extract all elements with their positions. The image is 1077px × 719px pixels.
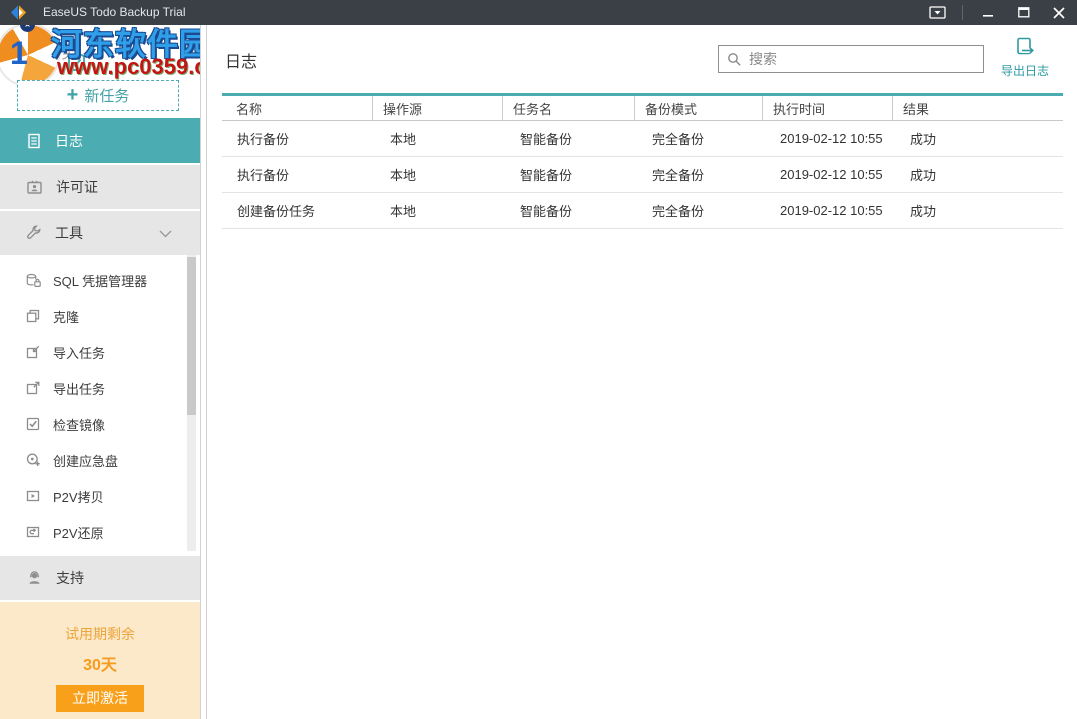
table-header: 名称 操作源 任务名 备份模式 执行时间 结果 (222, 96, 1063, 121)
sidebar-item-label: 支持 (56, 568, 84, 588)
sidebar-item-label: 导出任务 (53, 379, 105, 398)
titlebar-separator (962, 5, 963, 20)
sidebar-item-clone[interactable]: 克隆 (0, 298, 186, 334)
sidebar-item-create-emergency-disk[interactable]: 创建应急盘 (0, 442, 186, 478)
cell-mode: 完全备份 (635, 157, 763, 192)
database-lock-icon (25, 273, 41, 288)
plus-icon: + (67, 85, 79, 105)
cell-task: 智能备份 (503, 193, 635, 228)
table-row[interactable]: 执行备份 本地 智能备份 完全备份 2019-02-12 10:55 成功 (222, 121, 1063, 157)
sidebar-item-label: 许可证 (56, 177, 98, 197)
cell-time: 2019-02-12 10:55 (763, 193, 893, 228)
search-icon (727, 52, 742, 67)
watermark-site-url: www.pc0359.cn (57, 54, 200, 80)
app-window: EaseUS Todo Backup Trial 任务 (0, 0, 1077, 719)
scrollbar-thumb[interactable] (187, 257, 196, 415)
trial-info-box: 试用期剩余 30天 立即激活 (0, 602, 200, 719)
cell-task: 智能备份 (503, 157, 635, 192)
sidebar-item-export-task[interactable]: 导出任务 (0, 370, 186, 406)
new-task-label: 新任务 (84, 85, 129, 106)
maximize-button[interactable] (1011, 0, 1037, 25)
page-title: 日志 (225, 48, 257, 72)
cell-name: 创建备份任务 (222, 193, 373, 228)
export-log-label: 导出日志 (1001, 62, 1049, 79)
column-header-mode[interactable]: 备份模式 (635, 96, 763, 120)
cell-time: 2019-02-12 10:55 (763, 121, 893, 156)
cell-name: 执行备份 (222, 121, 373, 156)
cell-result: 成功 (893, 193, 1063, 228)
sidebar-item-label: 克隆 (53, 307, 79, 326)
cell-mode: 完全备份 (635, 193, 763, 228)
sidebar-item-tools[interactable]: 工具 (0, 211, 200, 255)
sidebar-item-label: 日志 (55, 131, 83, 151)
app-logo-icon (9, 3, 28, 22)
cell-task: 智能备份 (503, 121, 635, 156)
disc-plus-icon (25, 452, 41, 468)
sidebar-item-label: 检查镜像 (53, 415, 105, 434)
box-arrow-in-icon (25, 344, 41, 360)
log-table: 名称 操作源 任务名 备份模式 执行时间 结果 执行备份 本地 智能备份 完全备… (222, 93, 1063, 229)
sidebar-item-import-task[interactable]: 导入任务 (0, 334, 186, 370)
search-input[interactable] (749, 47, 983, 71)
chevron-down-icon[interactable] (159, 230, 172, 238)
tools-submenu: SQL 凭据管理器 克隆 导入任务 (0, 262, 186, 550)
cell-source: 本地 (373, 121, 503, 156)
cell-source: 本地 (373, 157, 503, 192)
document-lines-icon (26, 133, 42, 149)
trial-remaining-label: 试用期剩余 (0, 624, 200, 644)
sidebar-item-label: 创建应急盘 (53, 451, 118, 470)
tray-icon[interactable] (924, 0, 950, 25)
new-task-button[interactable]: + 新任务 (17, 80, 179, 111)
sidebar-item-p2v-restore[interactable]: P2V还原 (0, 514, 186, 550)
minimize-button[interactable] (975, 0, 1001, 25)
cell-name: 执行备份 (222, 157, 373, 192)
activate-now-button[interactable]: 立即激活 (56, 685, 144, 712)
close-button[interactable] (1046, 0, 1072, 25)
id-badge-icon (26, 179, 43, 195)
watermark-logo-digit: 1 (10, 35, 28, 72)
sidebar-item-support[interactable]: 支持 (0, 556, 200, 600)
table-row[interactable]: 执行备份 本地 智能备份 完全备份 2019-02-12 10:55 成功 (222, 157, 1063, 193)
sidebar-scrollbar[interactable] (187, 255, 196, 551)
screen-play-icon (25, 488, 41, 504)
cell-time: 2019-02-12 10:55 (763, 157, 893, 192)
sidebar-item-label: P2V拷贝 (53, 487, 104, 506)
table-row[interactable]: 创建备份任务 本地 智能备份 完全备份 2019-02-12 10:55 成功 (222, 193, 1063, 229)
column-header-result[interactable]: 结果 (893, 96, 1063, 120)
main-content: 日志 导出日志 名称 操作源 任务名 备份模式 执 (207, 25, 1077, 719)
sidebar-item-log[interactable]: 日志 (0, 118, 200, 163)
export-log-icon (1013, 37, 1037, 58)
watermark-star-icon: ★ (20, 25, 35, 32)
sidebar-item-sql-credential-manager[interactable]: SQL 凭据管理器 (0, 262, 186, 298)
sidebar-item-p2v-copy[interactable]: P2V拷贝 (0, 478, 186, 514)
trial-days-value: 30天 (0, 651, 200, 675)
sidebar-item-label: 工具 (55, 223, 83, 243)
screen-return-icon (25, 524, 41, 540)
column-header-task[interactable]: 任务名 (503, 96, 635, 120)
sidebar-divider (200, 25, 207, 719)
checkbox-check-icon (25, 416, 41, 432)
titlebar: EaseUS Todo Backup Trial (0, 0, 1077, 25)
search-box (718, 45, 984, 73)
sidebar-item-label: P2V还原 (53, 523, 104, 542)
overlapping-squares-icon (25, 308, 41, 324)
sidebar-item-label: SQL 凭据管理器 (53, 271, 147, 290)
column-header-time[interactable]: 执行时间 (763, 96, 893, 120)
cell-mode: 完全备份 (635, 121, 763, 156)
wrench-icon (26, 225, 42, 241)
cell-source: 本地 (373, 193, 503, 228)
column-header-source[interactable]: 操作源 (373, 96, 503, 120)
sidebar-item-license[interactable]: 许可证 (0, 165, 200, 209)
box-arrow-out-icon (25, 380, 41, 396)
column-header-name[interactable]: 名称 (222, 96, 373, 120)
sidebar-item-label: 导入任务 (53, 343, 105, 362)
sidebar: 任务 1 ★ 河东软件园 www.pc0359.cn + 新任务 日志 (0, 25, 200, 719)
sidebar-item-check-image[interactable]: 检查镜像 (0, 406, 186, 442)
cell-result: 成功 (893, 121, 1063, 156)
window-title: EaseUS Todo Backup Trial (43, 5, 186, 19)
export-log-button[interactable]: 导出日志 (997, 37, 1053, 79)
cell-result: 成功 (893, 157, 1063, 192)
headset-person-icon (26, 570, 43, 586)
